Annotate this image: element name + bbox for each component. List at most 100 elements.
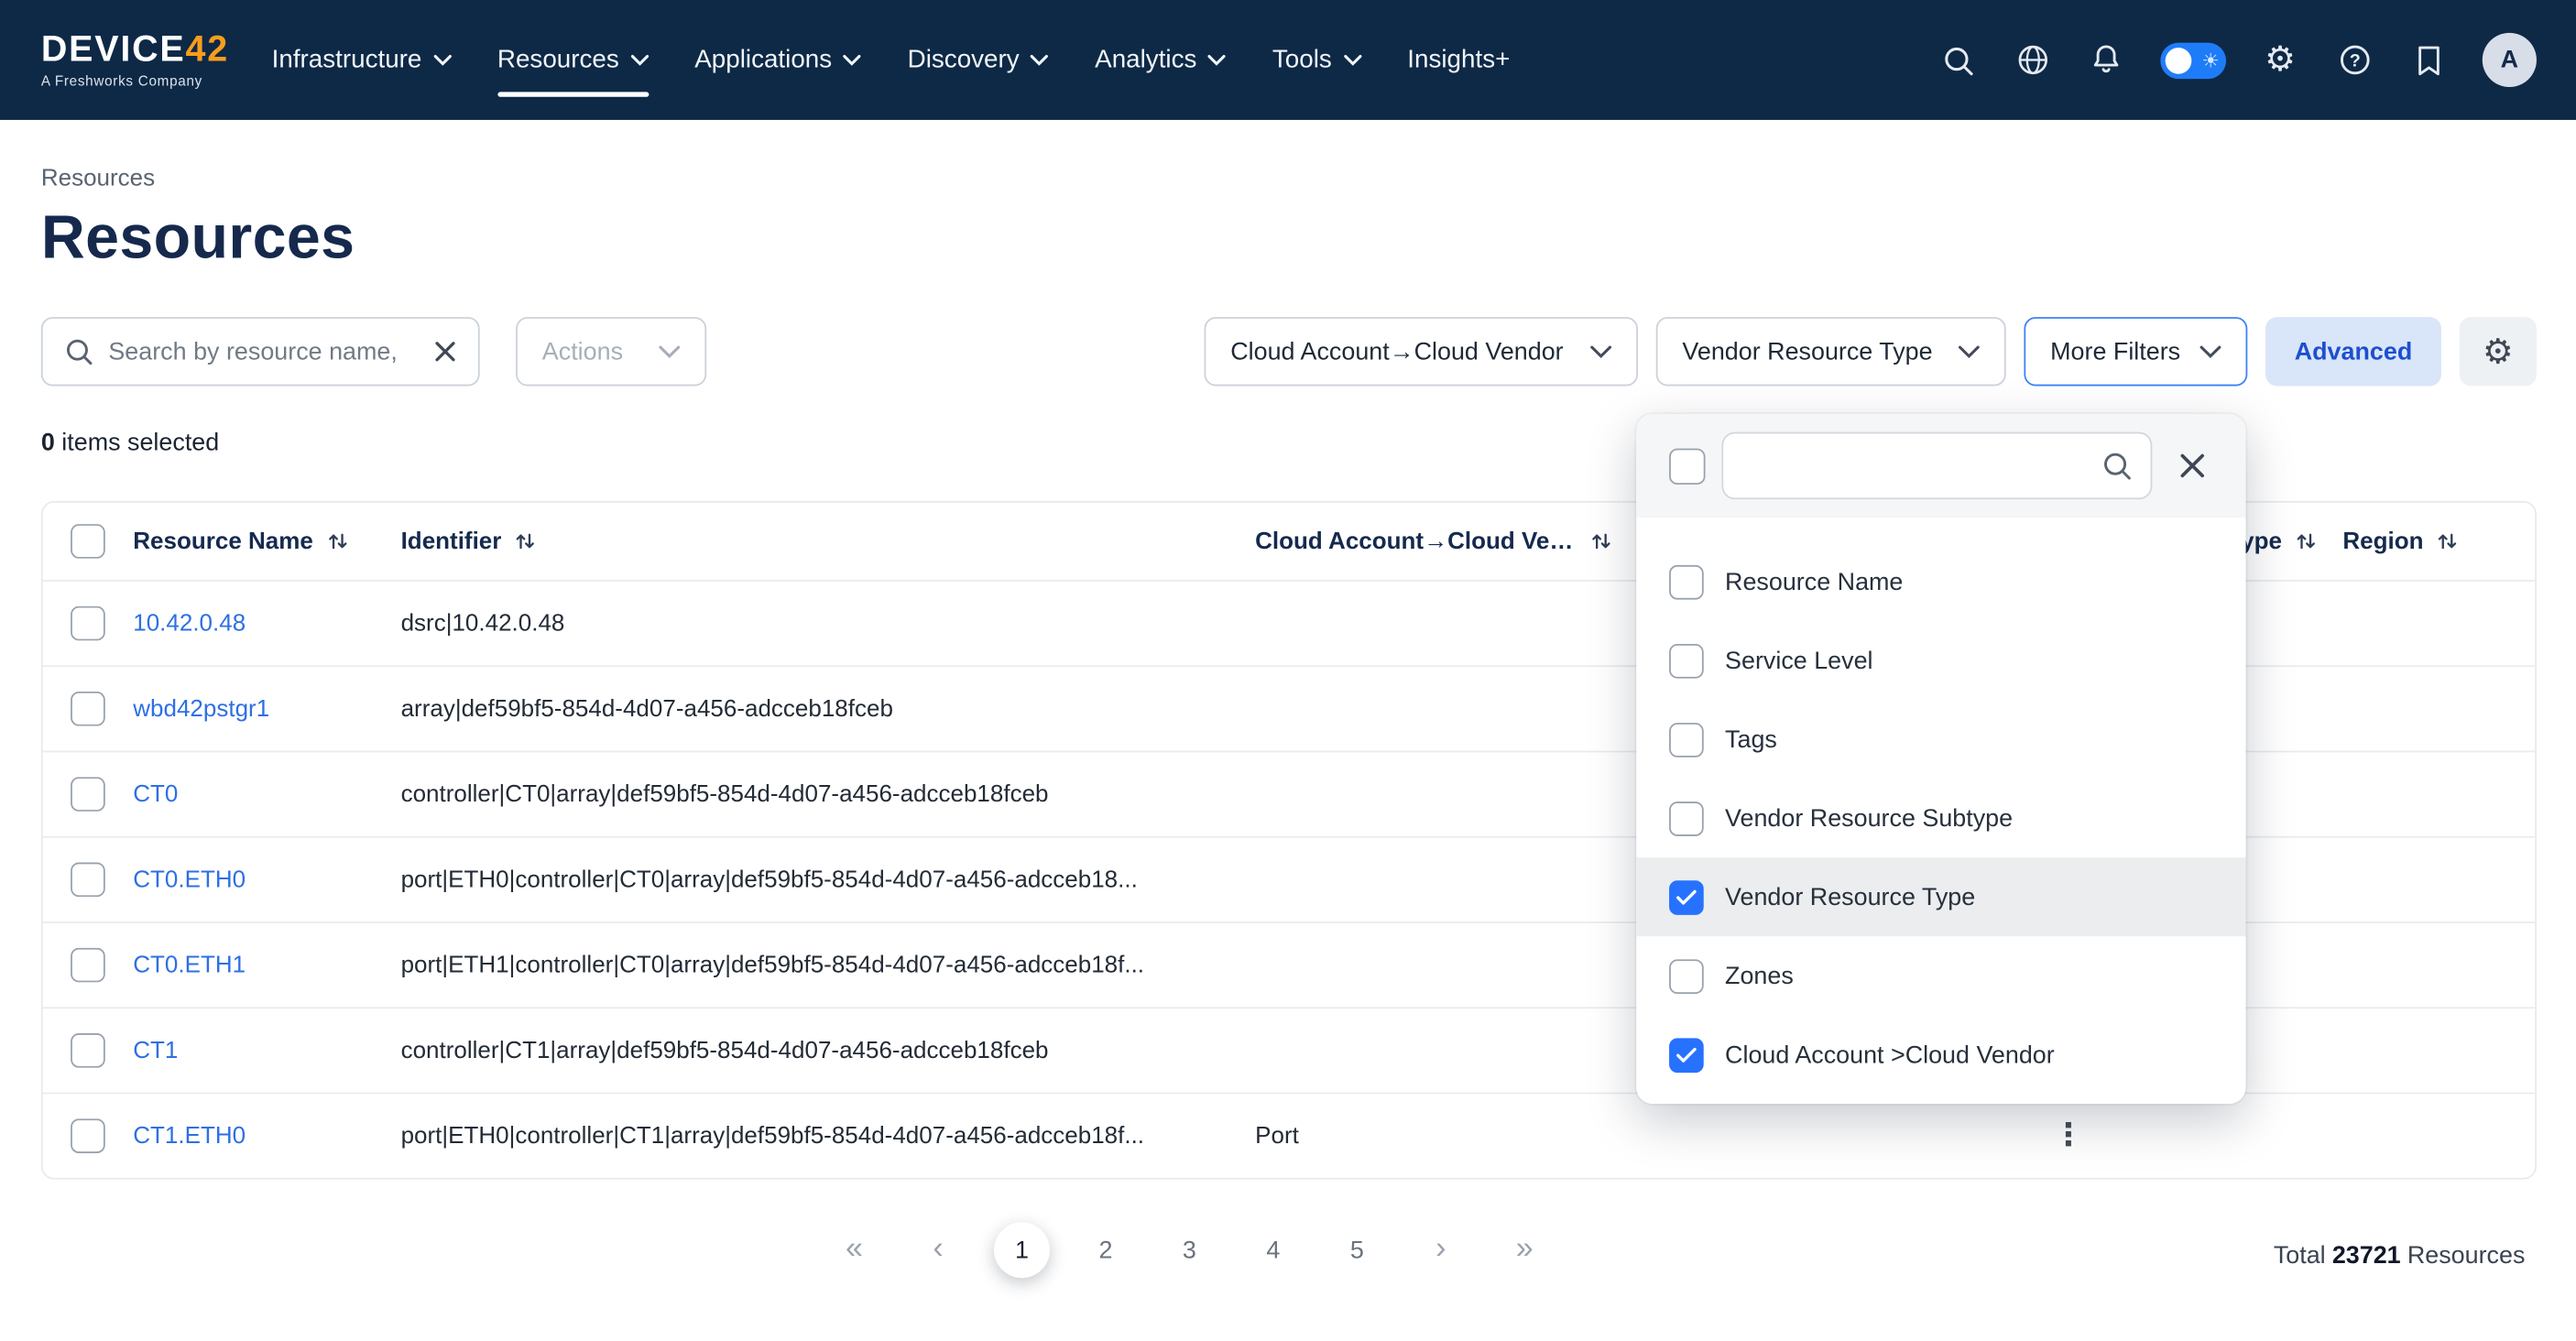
- search-icon[interactable]: [1938, 40, 1978, 80]
- page-button-1[interactable]: 1: [994, 1222, 1050, 1278]
- filter-option-tags[interactable]: Tags: [1636, 700, 2245, 779]
- checkbox[interactable]: [1669, 643, 1704, 678]
- next-page-button[interactable]: ›: [1413, 1222, 1468, 1278]
- clear-search-icon[interactable]: [433, 340, 456, 363]
- total-resources: Total23721Resources: [2274, 1222, 2526, 1288]
- column-header-cloud-account-vendor[interactable]: Cloud Account→Cloud Vendor: [1255, 529, 1688, 555]
- sort-icon[interactable]: [515, 530, 536, 551]
- page-button-3[interactable]: 3: [1162, 1222, 1217, 1278]
- help-icon[interactable]: ?: [2334, 40, 2374, 80]
- advanced-button[interactable]: Advanced: [2265, 317, 2441, 386]
- nav-item-applications[interactable]: Applications: [694, 0, 861, 120]
- filter-search-input[interactable]: [1743, 452, 2091, 479]
- actions-dropdown-button[interactable]: Actions: [516, 317, 706, 386]
- sort-icon[interactable]: [2295, 530, 2316, 551]
- nav-item-analytics[interactable]: Analytics: [1095, 0, 1227, 120]
- filter-dropdown-header: [1636, 414, 2245, 518]
- resource-name-link[interactable]: CT0.ETH1: [133, 952, 246, 978]
- nav-item-insights[interactable]: Insights+: [1407, 0, 1510, 120]
- checkbox[interactable]: [1669, 1038, 1704, 1073]
- vendor-resource-type-filter-button[interactable]: Vendor Resource Type: [1656, 317, 2006, 386]
- search-input[interactable]: [108, 338, 419, 365]
- checkbox[interactable]: [1669, 801, 1704, 835]
- notifications-bell-icon[interactable]: [2087, 40, 2126, 80]
- nav-item-tools[interactable]: Tools: [1272, 0, 1361, 120]
- pagination: « ‹ 1 2 3 4 5 › » Total23721Resources: [41, 1222, 2537, 1288]
- checkbox[interactable]: [1669, 564, 1704, 599]
- chevron-down-icon: [844, 54, 862, 66]
- row-checkbox[interactable]: [71, 777, 105, 812]
- last-page-button[interactable]: »: [1497, 1222, 1553, 1278]
- resource-name-link[interactable]: 10.42.0.48: [133, 610, 246, 637]
- page-button-4[interactable]: 4: [1245, 1222, 1301, 1278]
- globe-icon[interactable]: [2013, 40, 2052, 80]
- filter-option-zones[interactable]: Zones: [1636, 936, 2245, 1015]
- sort-icon[interactable]: [2437, 530, 2458, 551]
- chevron-down-icon: [1959, 345, 1980, 358]
- main-nav: Infrastructure Resources Applications Di…: [272, 0, 1511, 120]
- checkbox[interactable]: [1669, 722, 1704, 757]
- filter-option-cloud-account-cloud-vendor[interactable]: Cloud Account >Cloud Vendor: [1636, 1015, 2245, 1094]
- column-header-identifier[interactable]: Identifier: [401, 529, 1256, 555]
- chevron-down-icon: [1031, 54, 1049, 66]
- bookmark-icon[interactable]: [2408, 40, 2448, 80]
- identifier-value: array|def59bf5-854d-4d07-a456-adcceb18fc…: [401, 695, 893, 722]
- filter-options-list: Resource Name Service Level Tags Vendor …: [1636, 518, 2245, 1094]
- column-header-resource-name[interactable]: Resource Name: [133, 529, 400, 555]
- resource-name-link[interactable]: CT0: [133, 781, 178, 808]
- filter-option-resource-name[interactable]: Resource Name: [1636, 542, 2245, 621]
- identifier-value: dsrc|10.42.0.48: [401, 610, 565, 637]
- logo-text: DEVICE42: [41, 32, 229, 68]
- identifier-value: port|ETH0|controller|CT0|array|def59bf5-…: [401, 867, 1138, 893]
- more-filters-button[interactable]: More Filters: [2024, 317, 2247, 386]
- checkbox[interactable]: [1669, 958, 1704, 993]
- select-all-checkbox[interactable]: [71, 524, 105, 559]
- row-checkbox[interactable]: [71, 692, 105, 726]
- row-checkbox[interactable]: [71, 948, 105, 983]
- sort-icon[interactable]: [1590, 530, 1611, 551]
- nav-item-resources[interactable]: Resources: [497, 0, 649, 120]
- nav-item-discovery[interactable]: Discovery: [908, 0, 1049, 120]
- chevron-down-icon: [1208, 54, 1227, 66]
- row-checkbox[interactable]: [71, 1033, 105, 1068]
- select-all-filters-checkbox[interactable]: [1669, 448, 1705, 484]
- identifier-value: port|ETH1|controller|CT0|array|def59bf5-…: [401, 952, 1144, 978]
- svg-text:?: ?: [2349, 50, 2360, 71]
- filter-option-vendor-resource-type[interactable]: Vendor Resource Type: [1636, 857, 2245, 936]
- close-icon[interactable]: [2178, 452, 2206, 479]
- filter-option-vendor-resource-subtype[interactable]: Vendor Resource Subtype: [1636, 779, 2245, 857]
- identifier-value: port|ETH0|controller|CT1|array|def59bf5-…: [401, 1123, 1144, 1150]
- chevron-down-icon: [659, 345, 680, 358]
- row-checkbox[interactable]: [71, 606, 105, 641]
- page-title: Resources: [41, 203, 2537, 272]
- row-actions-kebab-icon[interactable]: ⋮: [2053, 1120, 2084, 1151]
- row-checkbox[interactable]: [71, 1118, 105, 1153]
- table-settings-button[interactable]: ⚙: [2460, 317, 2537, 386]
- column-header-region[interactable]: Region: [2326, 529, 2465, 555]
- gear-icon: ⚙: [2483, 334, 2514, 369]
- sun-icon: ☀: [2202, 47, 2220, 73]
- page-button-5[interactable]: 5: [1329, 1222, 1385, 1278]
- theme-toggle[interactable]: ☀: [2160, 42, 2226, 78]
- chevron-down-icon: [1343, 54, 1361, 66]
- resource-name-link[interactable]: CT0.ETH0: [133, 867, 246, 893]
- resource-name-link[interactable]: wbd42pstgr1: [133, 695, 269, 722]
- sort-icon[interactable]: [326, 530, 347, 551]
- page-button-2[interactable]: 2: [1077, 1222, 1133, 1278]
- settings-gear-icon[interactable]: ⚙: [2261, 40, 2300, 80]
- resource-search-box[interactable]: [41, 317, 480, 386]
- checkbox[interactable]: [1669, 879, 1704, 914]
- breadcrumb[interactable]: Resources: [41, 166, 155, 192]
- previous-page-button[interactable]: ‹: [911, 1222, 966, 1278]
- first-page-button[interactable]: «: [826, 1222, 882, 1278]
- user-avatar[interactable]: A: [2483, 33, 2537, 87]
- filter-search-box[interactable]: [1721, 432, 2152, 500]
- filter-option-service-level[interactable]: Service Level: [1636, 621, 2245, 700]
- row-checkbox[interactable]: [71, 863, 105, 898]
- nav-item-infrastructure[interactable]: Infrastructure: [272, 0, 452, 120]
- device42-logo[interactable]: DEVICE42 A Freshworks Company: [41, 32, 229, 89]
- resource-name-link[interactable]: CT1: [133, 1038, 178, 1064]
- resource-name-link[interactable]: CT1.ETH0: [133, 1123, 246, 1150]
- chevron-down-icon: [433, 54, 452, 66]
- cloud-account-vendor-filter-button[interactable]: Cloud Account→Cloud Vendor: [1205, 317, 1638, 386]
